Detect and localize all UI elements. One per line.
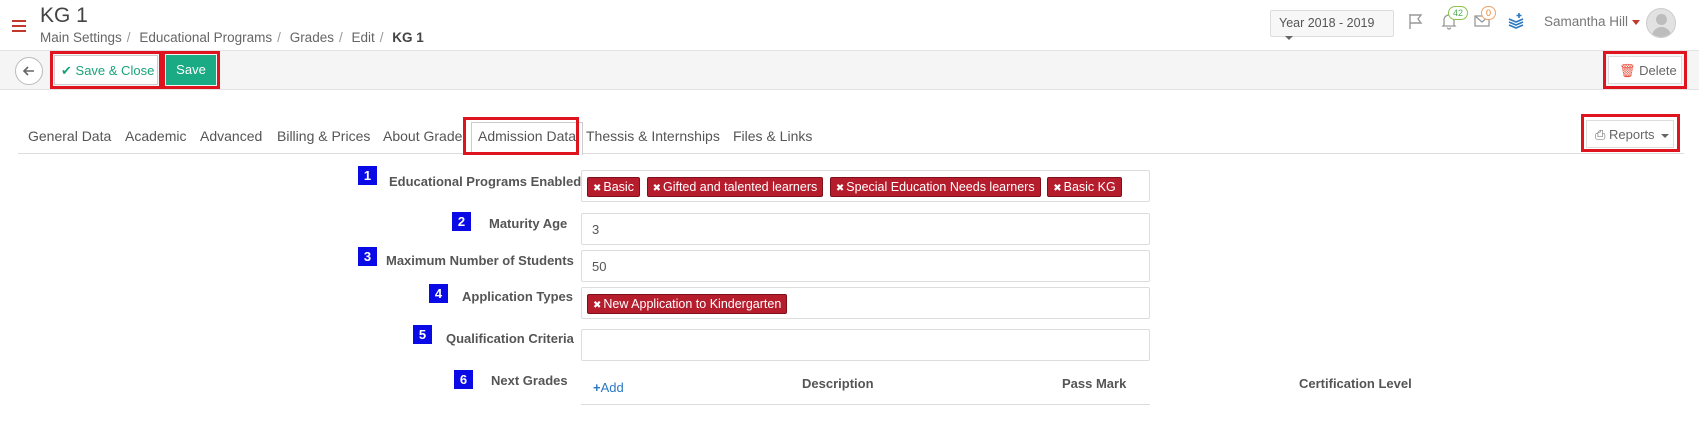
next-grades-table-header: +Add Description Pass Mark Certification…: [581, 370, 1412, 405]
print-icon: ⎙: [1595, 127, 1606, 142]
breadcrumb-item[interactable]: Grades: [290, 30, 334, 45]
step-number-badge: 5: [413, 325, 432, 344]
top-header: KG 1 Main Settings / Educational Programs…: [0, 0, 1699, 50]
maturity-age-value: 3: [592, 222, 600, 237]
program-tag[interactable]: ✖ Gifted and talented learners: [646, 177, 824, 197]
year-select-value: Year 2018 - 2019: [1279, 16, 1375, 30]
tab-about-grade[interactable]: About Grade: [383, 128, 462, 144]
save-close-button[interactable]: ✔ Save & Close: [54, 55, 158, 85]
highlight-frame: [463, 117, 579, 155]
remove-icon[interactable]: ✖: [836, 183, 844, 194]
remove-icon[interactable]: ✖: [593, 300, 601, 311]
delete-button[interactable]: 🗑 Delete: [1608, 56, 1682, 84]
trash-icon: 🗑: [1619, 63, 1636, 78]
tab-bar: General Data Academic Advanced Billing &…: [18, 118, 1684, 155]
tab-advanced[interactable]: Advanced: [200, 128, 262, 144]
reports-button[interactable]: ⎙ Reports: [1586, 120, 1674, 148]
tab-files-links[interactable]: Files & Links: [733, 128, 812, 144]
reports-label: Reports: [1609, 127, 1655, 142]
chevron-down-icon: [1632, 19, 1641, 25]
bell-icon[interactable]: 42: [1438, 6, 1469, 34]
max-students-value: 50: [592, 259, 607, 274]
chevron-down-icon: [1660, 133, 1669, 138]
message-count-badge: 0: [1481, 6, 1497, 20]
program-tag[interactable]: ✖ Special Education Needs learners: [829, 177, 1041, 197]
user-name: Samantha Hill: [1544, 14, 1629, 29]
add-grade-button[interactable]: +Add: [593, 380, 624, 395]
step-number-badge: 1: [358, 166, 377, 185]
check-icon: ✔: [61, 63, 72, 78]
back-button[interactable]: [15, 57, 43, 85]
year-select[interactable]: Year 2018 - 2019: [1270, 10, 1394, 40]
avatar[interactable]: [1646, 8, 1676, 38]
column-header-pass-mark: Pass Mark: [1062, 376, 1127, 391]
step-number-badge: 6: [454, 370, 473, 389]
maturity-age-input[interactable]: 3: [581, 213, 1150, 245]
column-header-description: Description: [802, 376, 874, 391]
remove-icon[interactable]: ✖: [653, 183, 661, 194]
educational-programs-label: Educational Programs Enabled: [389, 174, 582, 189]
maturity-age-label: Maturity Age: [489, 216, 568, 231]
menu-icon[interactable]: [12, 20, 26, 32]
column-header-certification-level: Certification Level: [1299, 376, 1412, 391]
remove-icon[interactable]: ✖: [593, 183, 601, 194]
program-tag[interactable]: ✖ Basic: [587, 177, 640, 197]
application-types-label: Application Types: [462, 289, 573, 304]
save-button[interactable]: Save: [166, 55, 216, 85]
mail-icon[interactable]: 0: [1471, 6, 1497, 34]
flag-icon[interactable]: [1405, 12, 1427, 34]
application-type-tag[interactable]: ✖ New Application to Kindergarten: [587, 294, 788, 314]
tab-academic[interactable]: Academic: [125, 128, 186, 144]
save-close-label: Save & Close: [75, 63, 155, 78]
breadcrumb-item[interactable]: Main Settings: [40, 30, 122, 45]
tab-billing-prices[interactable]: Billing & Prices: [277, 128, 370, 144]
toolbar: [0, 50, 1699, 90]
tab-general-data[interactable]: General Data: [28, 128, 111, 144]
breadcrumb-item[interactable]: Edit: [352, 30, 375, 45]
chevron-down-icon: [1285, 35, 1293, 40]
step-number-badge: 3: [358, 247, 377, 266]
remove-icon[interactable]: ✖: [1053, 183, 1061, 194]
page-title: KG 1: [40, 4, 88, 27]
add-label: Add: [600, 380, 624, 395]
max-students-label: Maximum Number of Students: [386, 253, 574, 268]
tab-thesis-internships[interactable]: Thessis & Internships: [586, 128, 720, 144]
layers-icon[interactable]: [1505, 12, 1527, 34]
step-number-badge: 2: [452, 212, 471, 231]
plus-icon: +: [593, 380, 601, 395]
next-grades-label: Next Grades: [491, 373, 568, 388]
max-students-input[interactable]: 50: [581, 250, 1150, 282]
breadcrumb: Main Settings / Educational Programs / Gra…: [40, 30, 424, 45]
application-types-field[interactable]: ✖ New Application to Kindergarten: [581, 287, 1150, 319]
notification-count-badge: 42: [1448, 6, 1469, 20]
breadcrumb-current: KG 1: [392, 30, 424, 45]
step-number-badge: 4: [429, 284, 448, 303]
breadcrumb-item[interactable]: Educational Programs: [139, 30, 272, 45]
qualification-criteria-label: Qualification Criteria: [446, 331, 574, 346]
program-tag[interactable]: ✖ Basic KG: [1047, 177, 1122, 197]
delete-label: Delete: [1639, 63, 1677, 78]
user-menu[interactable]: Samantha Hill: [1544, 14, 1641, 29]
educational-programs-field[interactable]: ✖ Basic ✖ Gifted and talented learners ✖ Sp…: [581, 170, 1150, 202]
qualification-criteria-input[interactable]: [581, 329, 1150, 361]
